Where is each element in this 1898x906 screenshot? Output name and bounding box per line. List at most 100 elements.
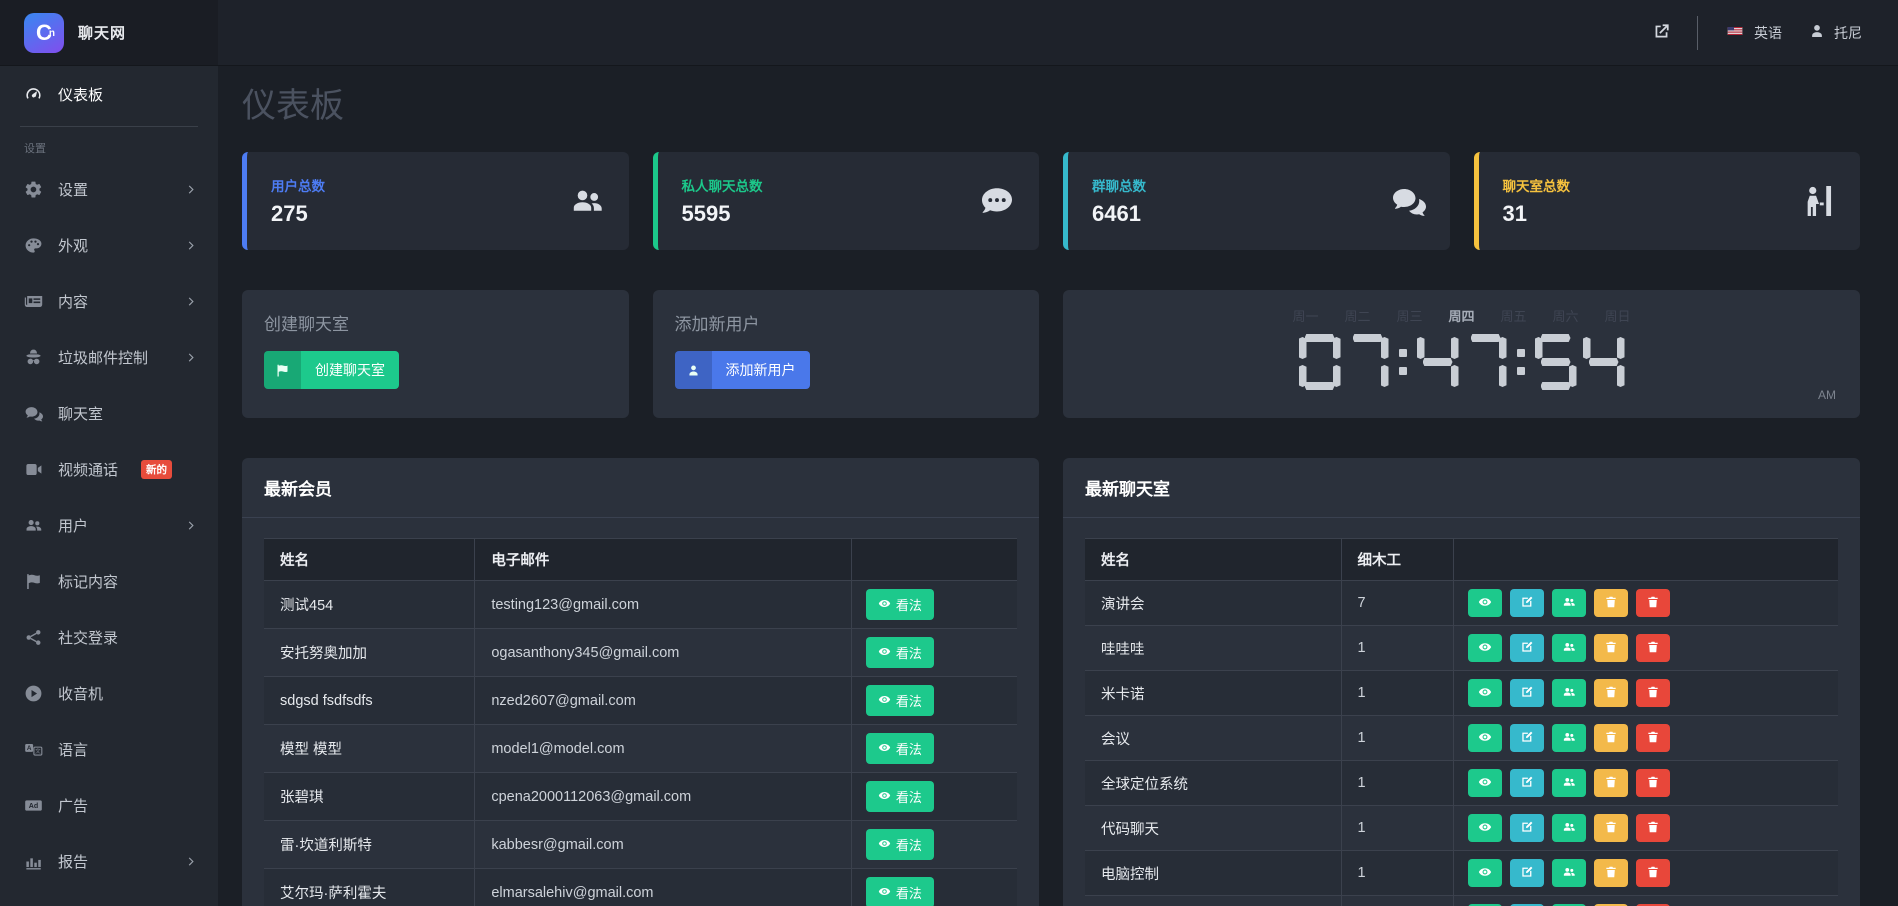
sidebar-item-1[interactable]: 外观 [0, 217, 218, 273]
sidebar-item-3[interactable]: 垃圾邮件控制 [0, 329, 218, 385]
sidebar-item-6[interactable]: 用户 [0, 497, 218, 553]
view-member-button[interactable]: 看法 [866, 829, 934, 860]
chart-bar-icon [24, 852, 43, 871]
archive-room-button[interactable] [1594, 814, 1628, 842]
room-members-button[interactable] [1552, 724, 1586, 752]
sidebar-item-5[interactable]: 视频通话新的 [0, 441, 218, 497]
view-room-button[interactable] [1468, 769, 1502, 797]
svg-text:A: A [27, 745, 32, 752]
delete-room-button[interactable] [1636, 679, 1670, 707]
table-row: 张碧琪 cpena2000112063@gmail.com 看法 [264, 773, 1017, 821]
view-member-button[interactable]: 看法 [866, 637, 934, 668]
room-name: 我的房间 [1085, 896, 1341, 906]
delete-room-button[interactable] [1636, 589, 1670, 617]
sidebar-item-0[interactable]: 设置 [0, 161, 218, 217]
edit-room-button[interactable] [1510, 814, 1544, 842]
archive-room-button[interactable] [1594, 724, 1628, 752]
edit-icon [1520, 640, 1534, 657]
chevron-right-icon [185, 855, 198, 868]
view-member-button[interactable]: 看法 [866, 685, 934, 716]
edit-room-button[interactable] [1510, 589, 1544, 617]
view-room-button[interactable] [1468, 679, 1502, 707]
view-room-button[interactable] [1468, 859, 1502, 887]
view-room-button[interactable] [1468, 814, 1502, 842]
eye-icon [878, 741, 891, 757]
delete-room-button[interactable] [1636, 724, 1670, 752]
clock-digit [1417, 334, 1459, 390]
stat-text: 用户总数 275 [271, 175, 325, 227]
room-members-button[interactable] [1552, 859, 1586, 887]
sidebar-item-label: 聊天室 [58, 403, 103, 424]
clock-digit [1465, 334, 1507, 390]
clock-meridiem: AM [1818, 388, 1836, 402]
archive-room-button[interactable] [1594, 634, 1628, 662]
edit-room-button[interactable] [1510, 769, 1544, 797]
create-chatroom-button[interactable]: 创建聊天室 [264, 351, 399, 389]
table-header-row: 姓名细木工 [1085, 539, 1838, 581]
gear-icon [24, 180, 43, 199]
view-member-button[interactable]: 看法 [866, 589, 934, 620]
room-members-button[interactable] [1552, 814, 1586, 842]
archive-room-button[interactable] [1594, 679, 1628, 707]
brand[interactable]: C n 聊天网 [0, 0, 218, 65]
room-joiners-count: 1 [1341, 716, 1454, 761]
sidebar-item-2[interactable]: 内容 [0, 273, 218, 329]
trash-icon [1604, 685, 1618, 702]
share-icon [24, 628, 43, 647]
delete-room-button[interactable] [1636, 634, 1670, 662]
table-row: 米卡诺 1 [1085, 671, 1838, 716]
member-name: 模型 模型 [264, 725, 475, 773]
room-joiners-count: 1 [1341, 761, 1454, 806]
delete-room-button[interactable] [1636, 814, 1670, 842]
table-row: 电脑控制 1 [1085, 851, 1838, 896]
svg-text:文: 文 [35, 747, 41, 755]
member-email: elmarsalehiv@gmail.com [475, 869, 852, 906]
room-members-button[interactable] [1552, 589, 1586, 617]
sidebar-item-11[interactable]: Ad 广告 [0, 777, 218, 833]
room-members-button[interactable] [1552, 634, 1586, 662]
clock-time [1063, 334, 1860, 390]
room-joiners-count: 1 [1341, 851, 1454, 896]
eye-icon [878, 885, 891, 901]
view-member-button[interactable]: 看法 [866, 733, 934, 764]
sidebar-item-9[interactable]: 收音机 [0, 665, 218, 721]
user-menu[interactable]: 托尼 [1808, 22, 1862, 43]
sidebar-item-8[interactable]: 社交登录 [0, 609, 218, 665]
delete-room-button[interactable] [1636, 769, 1670, 797]
sidebar-item-7[interactable]: 标记内容 [0, 553, 218, 609]
eye-icon [878, 693, 891, 709]
users-icon [1562, 640, 1576, 657]
view-room-button[interactable] [1468, 589, 1502, 617]
external-link-button[interactable] [1652, 22, 1671, 44]
edit-room-button[interactable] [1510, 724, 1544, 752]
digital-clock-card: 周一周二周三周四周五周六周日 AM [1063, 290, 1860, 418]
trash-icon [1646, 730, 1660, 747]
view-member-button[interactable]: 看法 [866, 781, 934, 812]
room-members-button[interactable] [1552, 769, 1586, 797]
sidebar-item-label: 广告 [58, 795, 88, 816]
delete-room-button[interactable] [1636, 859, 1670, 887]
archive-room-button[interactable] [1594, 589, 1628, 617]
weekday-label: 周二 [1344, 306, 1370, 325]
edit-room-button[interactable] [1510, 859, 1544, 887]
table-row: 会议 1 [1085, 716, 1838, 761]
view-member-button[interactable]: 看法 [866, 877, 934, 906]
view-room-button[interactable] [1468, 634, 1502, 662]
view-room-button[interactable] [1468, 724, 1502, 752]
language-menu[interactable]: 英语 [1724, 23, 1782, 43]
eye-icon [878, 837, 891, 853]
person-booth-icon [1800, 183, 1836, 219]
archive-room-button[interactable] [1594, 769, 1628, 797]
sidebar-item-10[interactable]: A文 语言 [0, 721, 218, 777]
add-new-user-button[interactable]: 添加新用户 [675, 351, 810, 389]
users-icon [1562, 730, 1576, 747]
clock-digit [1347, 334, 1389, 390]
sidebar-item-4[interactable]: 聊天室 [0, 385, 218, 441]
archive-room-button[interactable] [1594, 859, 1628, 887]
edit-room-button[interactable] [1510, 679, 1544, 707]
edit-room-button[interactable] [1510, 634, 1544, 662]
sidebar-item-dashboard[interactable]: 仪表板 [0, 66, 218, 122]
sidebar-item-12[interactable]: 报告 [0, 833, 218, 889]
stat-text: 群聊总数 6461 [1092, 175, 1146, 227]
room-members-button[interactable] [1552, 679, 1586, 707]
